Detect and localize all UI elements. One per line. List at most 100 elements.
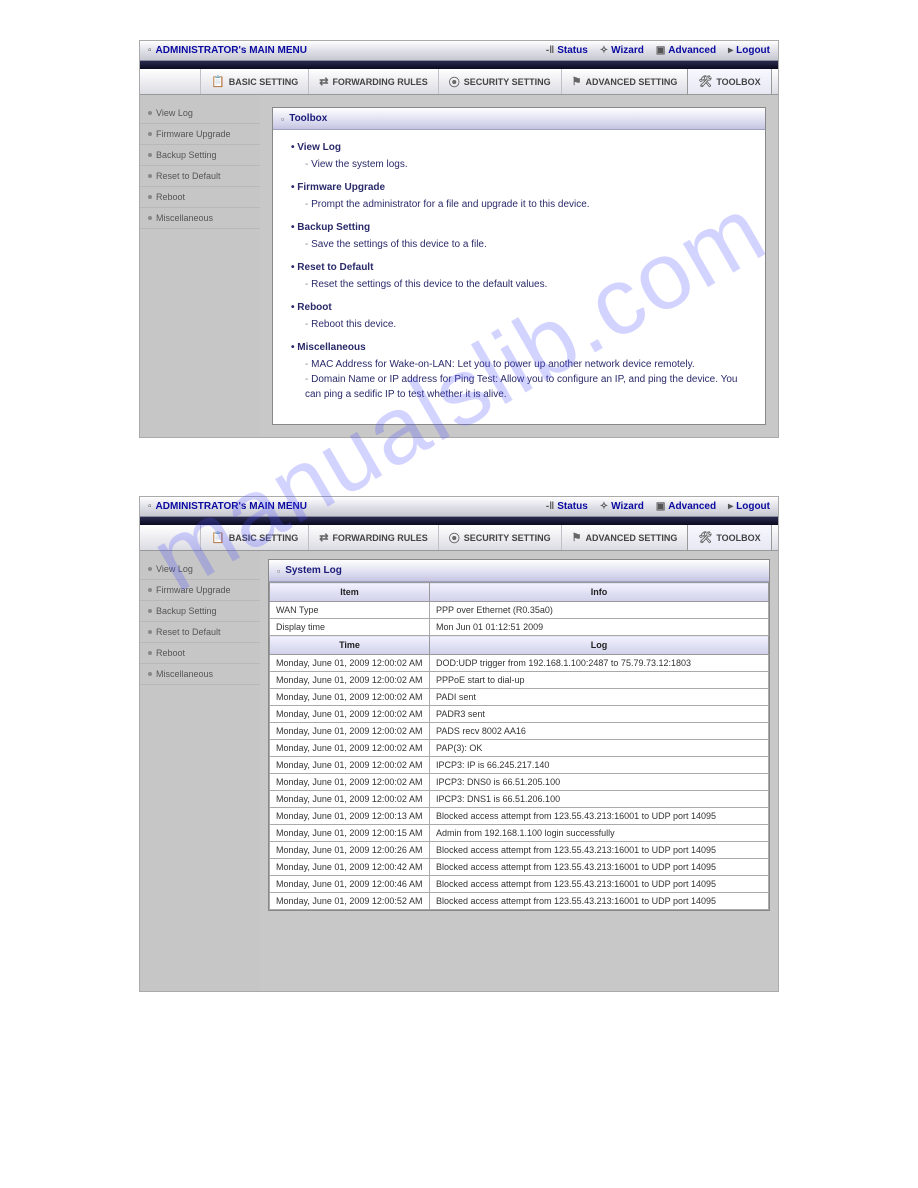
tab-basic-setting[interactable]: 📋 BASIC SETTING [200,525,308,550]
toolbox-item-title: View Log [291,140,747,155]
cell-log: DOD:UDP trigger from 192.168.1.100:2487 … [430,655,769,672]
toolbox-item-title: Firmware Upgrade [291,180,747,195]
tab-row: 📋 BASIC SETTING ⇄ FORWARDING RULES ⦿ SEC… [140,69,778,95]
sidebar-item-miscellaneous[interactable]: Miscellaneous [140,208,260,229]
main-menu-title-text: ADMINISTRATOR's MAIN MENU [156,501,307,512]
nav-logout[interactable]: ▸ Logout [728,45,770,56]
sidebar-item-reboot[interactable]: Reboot [140,643,260,664]
table-row: Monday, June 01, 2009 12:00:02 AMDOD:UDP… [270,655,769,672]
table-row: Monday, June 01, 2009 12:00:02 AMPADS re… [270,723,769,740]
toolbox-item-title: Reset to Default [291,260,747,275]
tab-toolbox-label: TOOLBOX [716,533,760,543]
cell-item: Display time [270,619,430,636]
security-icon: ⦿ [449,530,460,546]
sidebar-item-view-log[interactable]: View Log [140,103,260,124]
top-nav-bar: ▫ ADMINISTRATOR's MAIN MENU -‖ Status ✧ … [140,41,778,61]
nav-logout-label: Logout [736,45,770,56]
tab-advanced-label: ADVANCED SETTING [586,77,678,87]
nav-logout[interactable]: ▸ Logout [728,501,770,512]
forwarding-icon: ⇄ [319,531,328,544]
cell-time: Monday, June 01, 2009 12:00:52 AM [270,893,430,910]
sidebar-item-reset-default[interactable]: Reset to Default [140,166,260,187]
tab-toolbox[interactable]: 🛠 TOOLBOX [687,525,771,550]
nav-wizard[interactable]: ✧ Wizard [600,501,644,512]
toolbox-item-title: Backup Setting [291,220,747,235]
sidebar-item-reset-default[interactable]: Reset to Default [140,622,260,643]
cell-log: Blocked access attempt from 123.55.43.21… [430,808,769,825]
cell-log: Blocked access attempt from 123.55.43.21… [430,893,769,910]
logout-icon: ▸ [728,45,733,56]
cell-time: Monday, June 01, 2009 12:00:02 AM [270,689,430,706]
sidebar-item-backup-setting[interactable]: Backup Setting [140,145,260,166]
menu-icon: ▫ [148,501,152,512]
sidebar-item-label: Reset to Default [156,171,221,181]
tab-toolbox[interactable]: 🛠 TOOLBOX [687,69,771,94]
nav-status[interactable]: -‖ Status [546,45,588,56]
sidebar-item-label: Reboot [156,192,185,202]
main-menu-title-text: ADMINISTRATOR's MAIN MENU [156,45,307,56]
cell-log: PAP(3): OK [430,740,769,757]
cell-time: Monday, June 01, 2009 12:00:02 AM [270,655,430,672]
tab-advanced-setting[interactable]: ⚑ ADVANCED SETTING [561,525,688,550]
cell-log: Blocked access attempt from 123.55.43.21… [430,859,769,876]
sidebar: View Log Firmware Upgrade Backup Setting… [140,551,260,991]
system-log-table: Item Info WAN TypePPP over Ethernet (R0.… [269,582,769,910]
tab-basic-setting[interactable]: 📋 BASIC SETTING [200,69,308,94]
toolbox-item-desc: Reset the settings of this device to the… [291,277,747,292]
nav-status-label: Status [557,501,588,512]
sidebar-item-label: Firmware Upgrade [156,585,231,595]
table-row: Monday, June 01, 2009 12:00:26 AMBlocked… [270,842,769,859]
cell-time: Monday, June 01, 2009 12:00:02 AM [270,672,430,689]
logout-icon: ▸ [728,501,733,512]
security-icon: ⦿ [449,74,460,90]
sidebar-item-view-log[interactable]: View Log [140,559,260,580]
basic-setting-icon: 📋 [211,75,225,88]
toolbox-item-desc: MAC Address for Wake-on-LAN: Let you to … [291,357,747,372]
tab-advanced-label: ADVANCED SETTING [586,533,678,543]
tab-basic-setting-label: BASIC SETTING [229,533,299,543]
cell-log: PADS recv 8002 AA16 [430,723,769,740]
toolbox-item: MiscellaneousMAC Address for Wake-on-LAN… [291,340,747,402]
col-time-header: Time [270,636,430,655]
cell-log: Blocked access attempt from 123.55.43.21… [430,876,769,893]
nav-advanced-label: Advanced [668,501,716,512]
tab-security-setting[interactable]: ⦿ SECURITY SETTING [438,69,561,94]
tab-advanced-setting[interactable]: ⚑ ADVANCED SETTING [561,69,688,94]
toolbox-icon: 🛠 [698,75,712,88]
nav-status[interactable]: -‖ Status [546,501,588,512]
toolbox-item: RebootReboot this device. [291,300,747,332]
tab-security-setting[interactable]: ⦿ SECURITY SETTING [438,525,561,550]
toolbox-card-body: View LogView the system logs.Firmware Up… [273,130,765,424]
table-row: Display timeMon Jun 01 01:12:51 2009 [270,619,769,636]
sidebar-item-firmware-upgrade[interactable]: Firmware Upgrade [140,124,260,145]
sidebar-item-backup-setting[interactable]: Backup Setting [140,601,260,622]
table-row: Monday, June 01, 2009 12:00:15 AMAdmin f… [270,825,769,842]
table-row: Monday, June 01, 2009 12:00:02 AMIPCP3: … [270,774,769,791]
sidebar-item-label: Firmware Upgrade [156,129,231,139]
col-item-header: Item [270,583,430,602]
table-row: WAN TypePPP over Ethernet (R0.35a0) [270,602,769,619]
tab-forwarding-rules[interactable]: ⇄ FORWARDING RULES [308,69,438,94]
nav-wizard[interactable]: ✧ Wizard [600,45,644,56]
toolbox-item-desc: Prompt the administrator for a file and … [291,197,747,212]
wizard-icon: ✧ [600,45,608,56]
sidebar-item-label: Miscellaneous [156,213,213,223]
table-row: Monday, June 01, 2009 12:00:46 AMBlocked… [270,876,769,893]
sidebar-item-firmware-upgrade[interactable]: Firmware Upgrade [140,580,260,601]
cell-log: IPCP3: IP is 66.245.217.140 [430,757,769,774]
sidebar-item-label: Backup Setting [156,150,217,160]
nav-advanced[interactable]: ▣ Advanced [656,501,716,512]
sidebar-item-miscellaneous[interactable]: Miscellaneous [140,664,260,685]
sidebar-item-reboot[interactable]: Reboot [140,187,260,208]
table-row: Monday, June 01, 2009 12:00:02 AMIPCP3: … [270,757,769,774]
main-menu-title: ▫ ADMINISTRATOR's MAIN MENU [148,501,307,512]
col-log-header: Log [430,636,769,655]
sidebar-item-label: View Log [156,564,193,574]
table-header-row: Item Info [270,583,769,602]
sidebar-item-label: View Log [156,108,193,118]
system-log-header: System Log [269,560,769,582]
nav-advanced[interactable]: ▣ Advanced [656,45,716,56]
cell-log: PPPoE start to dial-up [430,672,769,689]
toolbox-item: Firmware Upgrade Prompt the administrator… [291,180,747,212]
tab-forwarding-rules[interactable]: ⇄ FORWARDING RULES [308,525,438,550]
